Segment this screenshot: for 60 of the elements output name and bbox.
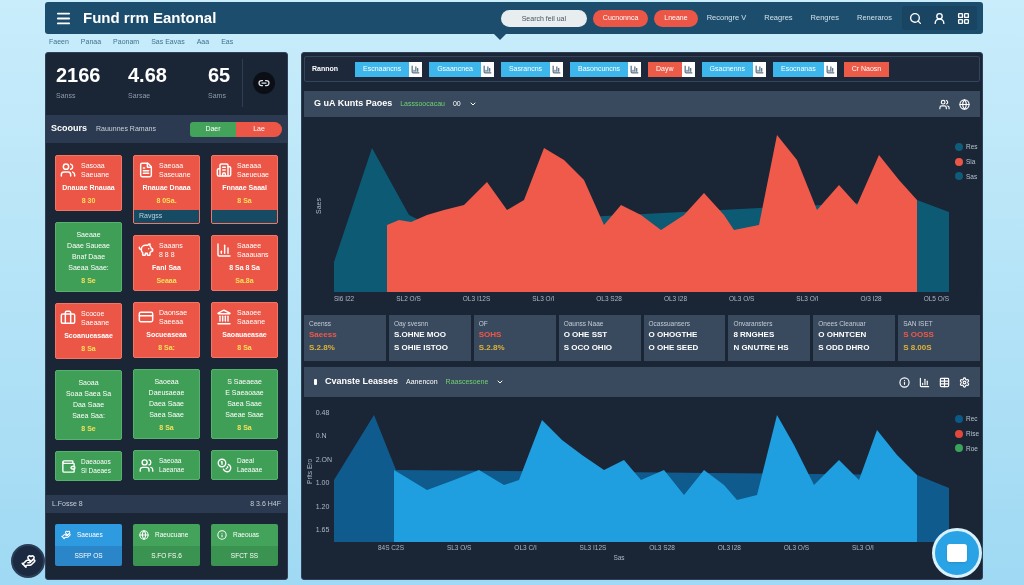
chart-title: G uA Kunts Paoes <box>314 97 393 111</box>
square-icon <box>947 544 967 562</box>
briefcase-icon <box>60 310 76 326</box>
metric-value: 8 RNGHES <box>733 329 776 341</box>
caret-icon[interactable] <box>468 100 477 108</box>
bank-icon <box>216 309 232 325</box>
metric-value: S.2.8% <box>478 342 506 354</box>
metric-value: O OHOGTHE <box>648 329 699 341</box>
money-bag-icon <box>138 242 154 258</box>
metric-value: S.OHNE MOO <box>393 329 447 341</box>
chart-title: Cvanste Leasses <box>325 375 399 389</box>
search-icon[interactable] <box>909 11 922 25</box>
people-icon <box>60 162 76 178</box>
bar-chart-icon[interactable] <box>480 61 494 77</box>
metric-value: S 8.00S <box>903 342 933 354</box>
user-icon[interactable] <box>933 11 946 25</box>
stat-value: 4.68 <box>128 64 168 87</box>
metric-value: Saeess <box>309 329 338 341</box>
floating-button[interactable] <box>11 544 45 578</box>
hand-heart-icon <box>20 553 36 569</box>
app-title: Fund rrm Eantonal <box>83 7 217 28</box>
bar-chart-icon[interactable] <box>919 376 930 388</box>
bar-chart-icon[interactable] <box>753 61 766 77</box>
metric-value: S OHIE ISTOO <box>393 342 449 354</box>
settings-icon[interactable] <box>959 376 970 388</box>
metric-value: SOHS <box>478 329 503 341</box>
table-icon[interactable] <box>939 376 950 388</box>
document-icon <box>138 162 154 178</box>
stat-value: 2166 <box>56 64 102 87</box>
metric-value: S OCO OHIO <box>563 342 614 354</box>
globe-icon <box>139 530 149 540</box>
link-icon[interactable] <box>253 72 275 94</box>
people-icon[interactable] <box>939 98 950 110</box>
bar-chart-icon[interactable] <box>823 61 837 77</box>
people-icon <box>139 457 154 473</box>
caret-icon[interactable] <box>496 378 505 386</box>
info-icon[interactable] <box>899 376 910 388</box>
metric-value: S ODD DHRO <box>818 342 871 354</box>
coins-icon <box>217 457 232 473</box>
wallet-icon <box>61 458 76 474</box>
metric-value: O OHE SEED <box>648 342 700 354</box>
grid-icon[interactable] <box>957 11 970 25</box>
metric-value: N GNUTRE HS <box>733 342 790 354</box>
metric-value: S OOSS <box>903 329 935 341</box>
filter-title: Scoours <box>51 122 87 136</box>
stat-value: 65 <box>208 64 232 87</box>
hand-heart-icon <box>61 530 71 540</box>
metric-value: O OHE SST <box>563 329 609 341</box>
bullet-icon <box>314 379 317 385</box>
card-icon <box>138 309 154 325</box>
building-icon <box>216 162 232 178</box>
bar-chart-icon[interactable] <box>550 61 564 77</box>
bar-chart-icon[interactable] <box>628 61 642 77</box>
bar-chart-icon[interactable] <box>409 61 423 77</box>
info-icon <box>217 530 227 540</box>
metric-value: S.2.8% <box>309 342 336 354</box>
bar-chart-icon[interactable] <box>681 61 695 77</box>
metric-value: O OHNTCEN <box>818 329 868 341</box>
globe-icon[interactable] <box>959 98 970 110</box>
bar-chart-icon <box>216 242 232 258</box>
